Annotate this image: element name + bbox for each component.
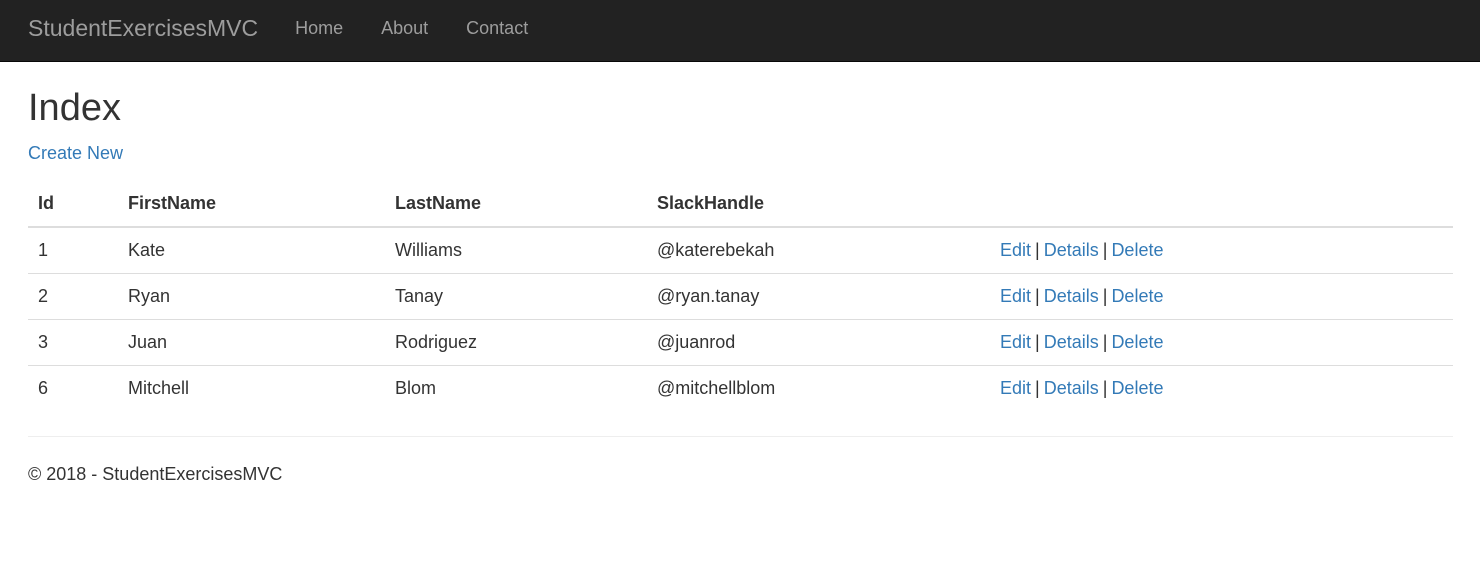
action-separator: | [1102, 285, 1108, 306]
table-row: 3 Juan Rodriguez @juanrod Edit | Details | Delet… [28, 319, 1453, 366]
header-id: Id [28, 181, 118, 228]
cell-id: 3 [28, 319, 118, 366]
cell-lastname: Blom [395, 377, 437, 398]
action-separator: | [1102, 331, 1108, 352]
details-link[interactable]: Details [1044, 378, 1099, 398]
footer-divider [28, 436, 1453, 437]
cell-lastname: Williams [385, 227, 647, 274]
action-separator: | [1102, 239, 1108, 260]
table-header-row: Id FirstName LastName SlackHandle [28, 181, 1453, 228]
table-row: 2 Ryan Tanay @ryan.tanay Edit | Details | Delete [28, 273, 1453, 320]
cell-actions: Edit | Details | Delete [990, 273, 1453, 320]
action-separator: | [1035, 239, 1040, 260]
table-body: 1 Kate Williams @katerebekah Edit | Details | De… [28, 227, 1453, 411]
table-row: 1 Kate Williams @katerebekah Edit | Details | De… [28, 227, 1453, 274]
delete-link[interactable]: Delete [1111, 378, 1163, 398]
edit-link[interactable]: Edit [1000, 378, 1031, 398]
page-title: Index [28, 87, 121, 129]
cell-firstname: Ryan [118, 273, 385, 320]
nav-link-home[interactable]: Home [276, 18, 362, 39]
edit-link[interactable]: Edit [1000, 332, 1031, 352]
cell-actions: Edit | Details | Delete [990, 365, 1453, 411]
cell-slackhandle: @juanrod [647, 319, 990, 366]
cell-slackhandle: @mitchellblom [657, 377, 776, 398]
cell-id: 2 [28, 273, 118, 320]
nav-link-contact[interactable]: Contact [447, 18, 547, 39]
cell-slackhandle: @ryan.tanay [647, 273, 990, 320]
cell-firstname: Mitchell [128, 377, 190, 398]
action-separator: | [1102, 377, 1108, 398]
cell-lastname: Rodriguez [385, 319, 647, 366]
footer: © 2018 - StudentExercisesMVC [28, 464, 1453, 485]
action-separator: | [1035, 331, 1040, 352]
details-link[interactable]: Details [1044, 286, 1099, 306]
edit-link[interactable]: Edit [1000, 240, 1031, 260]
cell-firstname: Juan [118, 319, 385, 366]
delete-link[interactable]: Delete [1111, 240, 1163, 260]
header-actions [990, 181, 1453, 228]
details-link[interactable]: Details [1044, 332, 1099, 352]
top-navbar: StudentExercisesMVC Home About Contact [0, 0, 1480, 62]
cell-actions: Edit | Details | Delete [990, 319, 1453, 366]
footer-copyright: © 2018 - StudentExercisesMVC [28, 464, 283, 484]
students-table: Id FirstName LastName SlackHandle 1 Kate W… [28, 181, 1453, 411]
cell-id: 6 [38, 377, 49, 398]
delete-link[interactable]: Delete [1111, 286, 1163, 306]
delete-link[interactable]: Delete [1111, 332, 1163, 352]
body-content: Index Create New Id FirstName LastName S… [0, 86, 1480, 485]
cell-firstname: Kate [118, 227, 385, 274]
header-firstname: FirstName [118, 181, 385, 228]
edit-link[interactable]: Edit [1000, 286, 1031, 306]
brand-link[interactable]: StudentExercisesMVC [28, 15, 258, 42]
cell-slackhandle: @katerebekah [647, 227, 990, 274]
nav-link-about[interactable]: About [362, 18, 447, 39]
table-row: 6 Mitchell Blom @mitchellblom Edit | Details | D… [28, 365, 1453, 411]
create-new-link[interactable]: Create New [28, 143, 123, 164]
action-separator: | [1035, 285, 1040, 306]
action-separator: | [1035, 377, 1040, 398]
cell-actions: Edit | Details | Delete [990, 227, 1453, 274]
header-lastname: LastName [385, 181, 647, 228]
cell-id: 1 [28, 227, 118, 274]
details-link[interactable]: Details [1044, 240, 1099, 260]
cell-lastname: Tanay [385, 273, 647, 320]
nav-links: Home About Contact [276, 18, 547, 39]
header-slackhandle: SlackHandle [647, 181, 990, 228]
